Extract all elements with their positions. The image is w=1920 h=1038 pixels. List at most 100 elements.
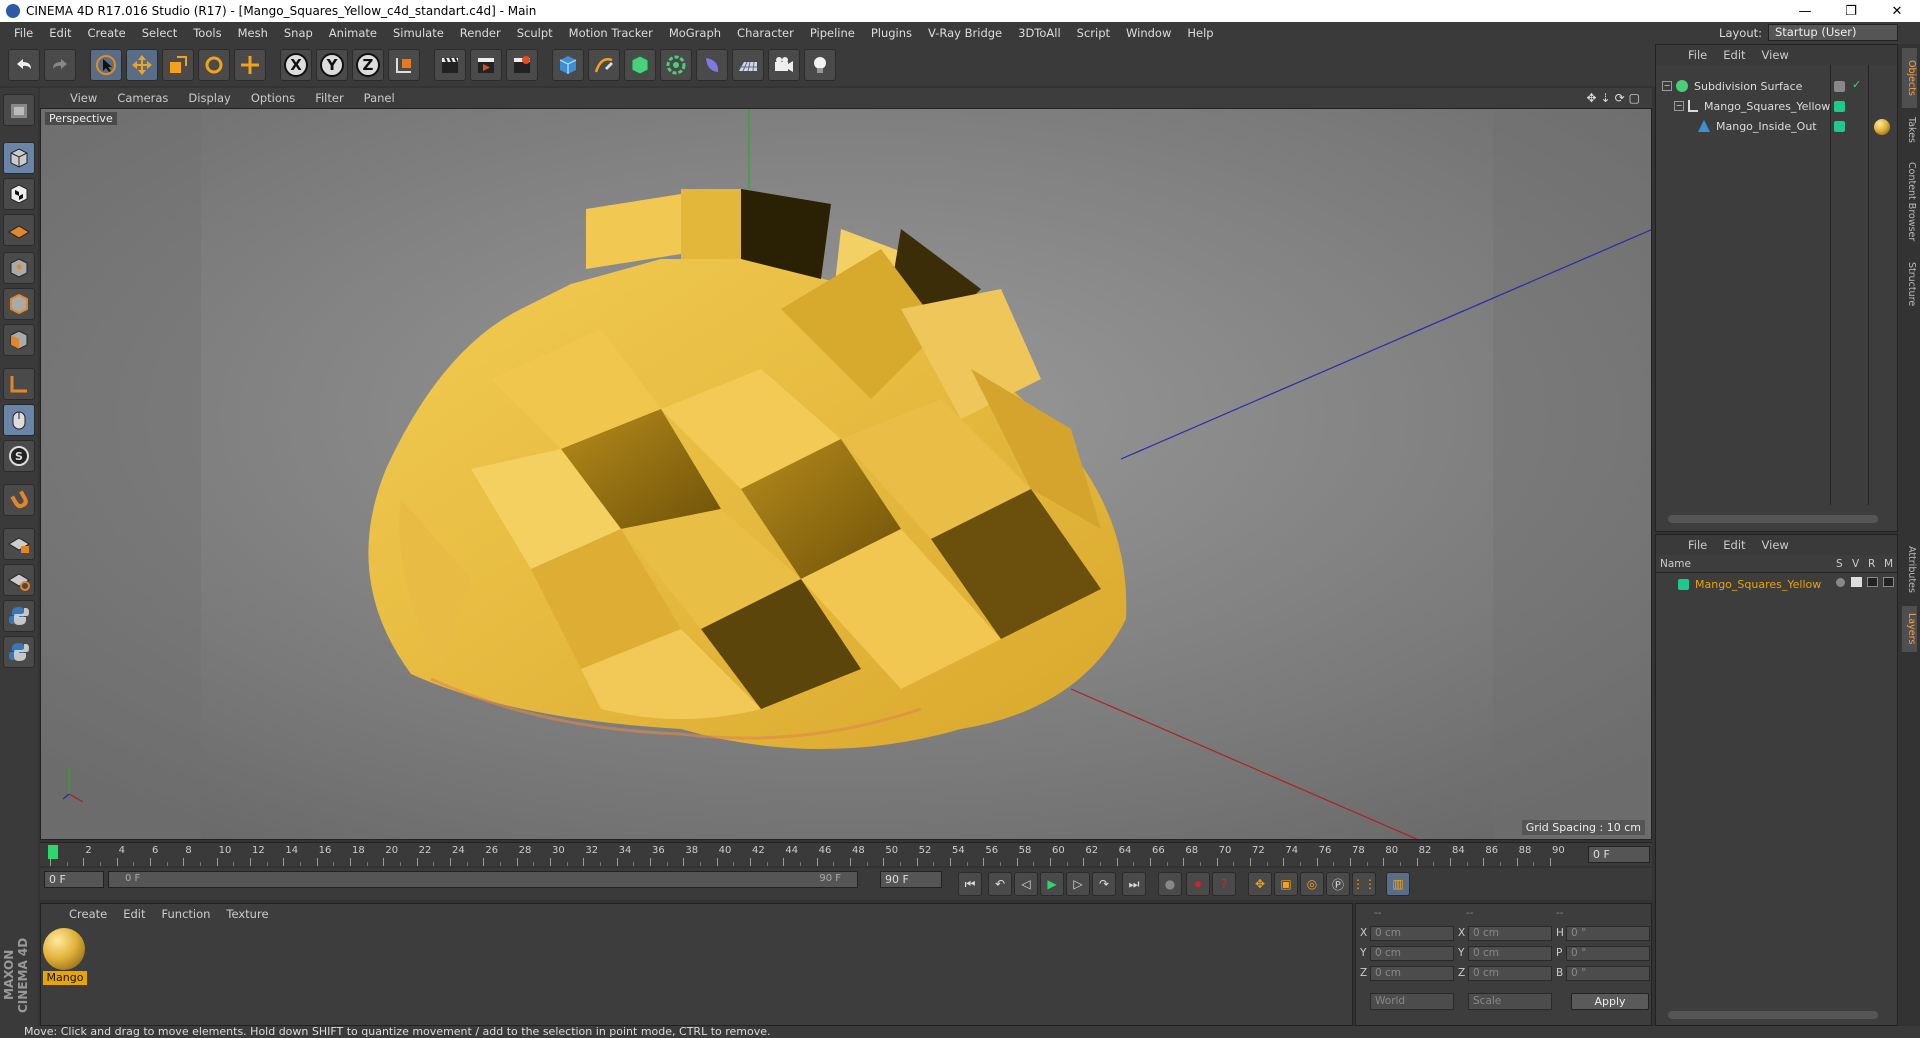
size-x-field[interactable]: 0 cm — [1468, 926, 1552, 941]
tab-takes[interactable]: Takes — [1902, 110, 1917, 150]
undo-button[interactable] — [8, 49, 40, 81]
add-floor-button[interactable] — [732, 49, 764, 81]
close-button[interactable]: ✕ — [1874, 0, 1920, 22]
apply-button[interactable]: Apply — [1571, 993, 1649, 1010]
menu-window[interactable]: Window — [1118, 26, 1179, 40]
go-to-start-button[interactable]: ⏮ — [958, 872, 982, 896]
tab-structure[interactable]: Structure — [1902, 254, 1917, 314]
previous-key-button[interactable]: ↶ — [988, 872, 1012, 896]
size-y-field[interactable]: 0 cm — [1468, 946, 1552, 961]
menu-create[interactable]: Create — [80, 26, 134, 40]
end-frame-field[interactable]: 90 F — [880, 871, 942, 888]
next-key-button[interactable]: ↷ — [1092, 872, 1116, 896]
layer-menu-edit[interactable]: Edit — [1715, 538, 1753, 552]
menu-mesh[interactable]: Mesh — [230, 26, 276, 40]
menu-render[interactable]: Render — [452, 26, 509, 40]
tab-attributes[interactable]: Attributes — [1902, 534, 1917, 604]
add-array-button[interactable] — [660, 49, 692, 81]
menu-mograph[interactable]: MoGraph — [661, 26, 729, 40]
current-frame-field[interactable]: 0 F — [1588, 846, 1650, 863]
mat-menu-edit[interactable]: Edit — [115, 907, 153, 921]
mango-inside-layer-tag[interactable] — [1834, 121, 1845, 132]
menu-vray-bridge[interactable]: V-Ray Bridge — [920, 26, 1010, 40]
record-active-objects-button[interactable]: ⏺ — [1186, 872, 1210, 896]
visible-eye-icon[interactable] — [1851, 577, 1862, 587]
menu-simulate[interactable]: Simulate — [385, 26, 452, 40]
playhead-marker[interactable] — [48, 845, 58, 859]
vp-menu-options[interactable]: Options — [241, 91, 305, 105]
workplane-mode-button[interactable] — [3, 214, 35, 246]
key-rotation-button[interactable]: ◎ — [1300, 872, 1324, 896]
perspective-viewport[interactable]: Perspective Grid Spacing : 10 cm — [40, 108, 1652, 840]
planar-workplane-button[interactable] — [3, 564, 35, 596]
record-disabled-button[interactable]: ● — [1158, 872, 1182, 896]
play-forward-button[interactable]: ▶ — [1040, 872, 1064, 896]
tab-layers[interactable]: Layers — [1902, 606, 1917, 652]
axis-mode-button[interactable] — [3, 368, 35, 400]
move-tool-button[interactable] — [126, 49, 158, 81]
key-scale-button[interactable]: ▣ — [1274, 872, 1298, 896]
menu-select[interactable]: Select — [134, 26, 185, 40]
locked-workplane-button[interactable] — [3, 528, 35, 560]
size-z-field[interactable]: 0 cm — [1468, 966, 1552, 981]
maximize-view-icon[interactable]: ▢ — [1629, 91, 1640, 105]
enabled-check-icon[interactable]: ✓ — [1852, 78, 1861, 91]
rot-h-field[interactable]: 0 ° — [1566, 926, 1650, 941]
dolly-view-icon[interactable]: ⇣ — [1601, 91, 1611, 105]
maximize-button[interactable]: ❐ — [1828, 0, 1874, 22]
pos-z-field[interactable]: 0 cm — [1370, 966, 1454, 981]
polygons-mode-button[interactable] — [3, 324, 35, 356]
material-tag-icon[interactable] — [1874, 119, 1890, 135]
subdivision-layer-tag[interactable] — [1834, 81, 1845, 92]
render-toggle-icon[interactable] — [1867, 577, 1878, 587]
obj-menu-view[interactable]: View — [1754, 48, 1797, 62]
menu-script[interactable]: Script — [1069, 26, 1118, 40]
layer-menu-file[interactable]: File — [1680, 538, 1715, 552]
live-selection-button[interactable] — [90, 49, 122, 81]
object-hscrollbar[interactable] — [1668, 515, 1878, 523]
viewport-camera-label[interactable]: Perspective — [45, 112, 117, 125]
add-nurbs-button[interactable] — [624, 49, 656, 81]
enable-snap-button[interactable] — [3, 484, 35, 516]
z-axis-button[interactable]: Z — [352, 49, 384, 81]
tab-objects[interactable]: Objects — [1902, 48, 1917, 108]
mat-menu-create[interactable]: Create — [61, 907, 115, 921]
object-row-mango-squares[interactable]: − Mango_Squares_Yellow — [1656, 97, 1896, 115]
rot-p-field[interactable]: 0 ° — [1566, 946, 1650, 961]
menu-tools[interactable]: Tools — [185, 26, 229, 40]
layer-hscrollbar[interactable] — [1668, 1011, 1878, 1019]
scale-tool-button[interactable] — [162, 49, 194, 81]
start-frame-field[interactable]: 0 F — [44, 871, 104, 888]
vp-menu-panel[interactable]: Panel — [354, 91, 405, 105]
timeline-ruler[interactable]: 0246810121416182022242628303234363840424… — [40, 842, 1652, 866]
collapse-toggle-icon[interactable]: − — [1662, 81, 1672, 91]
manager-toggle-icon[interactable] — [1883, 577, 1894, 587]
render-to-picture-viewer-button[interactable] — [470, 49, 502, 81]
add-deformer-button[interactable] — [696, 49, 728, 81]
rotate-tool-button[interactable] — [198, 49, 230, 81]
vp-menu-view[interactable]: View — [60, 91, 107, 105]
vp-menu-filter[interactable]: Filter — [305, 91, 353, 105]
mango-squares-layer-tag[interactable] — [1834, 101, 1845, 112]
points-mode-button[interactable] — [3, 252, 35, 284]
redo-button[interactable] — [44, 49, 76, 81]
add-cube-button[interactable] — [552, 49, 584, 81]
snapping-button[interactable]: S — [3, 440, 35, 472]
menu-character[interactable]: Character — [729, 26, 802, 40]
obj-menu-edit[interactable]: Edit — [1715, 48, 1753, 62]
tab-content-browser[interactable]: Content Browser — [1902, 152, 1917, 252]
coord-mode-dropdown[interactable]: World — [1370, 993, 1454, 1010]
menu-motion-tracker[interactable]: Motion Tracker — [561, 26, 661, 40]
y-axis-button[interactable]: Y — [316, 49, 348, 81]
material-item[interactable]: Mango — [43, 928, 87, 986]
menu-pipeline[interactable]: Pipeline — [802, 26, 863, 40]
texture-mode-button[interactable] — [3, 178, 35, 210]
add-camera-button[interactable] — [768, 49, 800, 81]
rot-b-field[interactable]: 0 ° — [1566, 966, 1650, 981]
object-row-mango-inside[interactable]: Mango_Inside_Out — [1656, 117, 1896, 135]
x-axis-button[interactable]: X — [280, 49, 312, 81]
add-spline-button[interactable] — [588, 49, 620, 81]
coordinate-system-button[interactable] — [388, 49, 420, 81]
solo-toggle-icon[interactable] — [1836, 578, 1845, 587]
menu-file[interactable]: File — [6, 26, 41, 40]
